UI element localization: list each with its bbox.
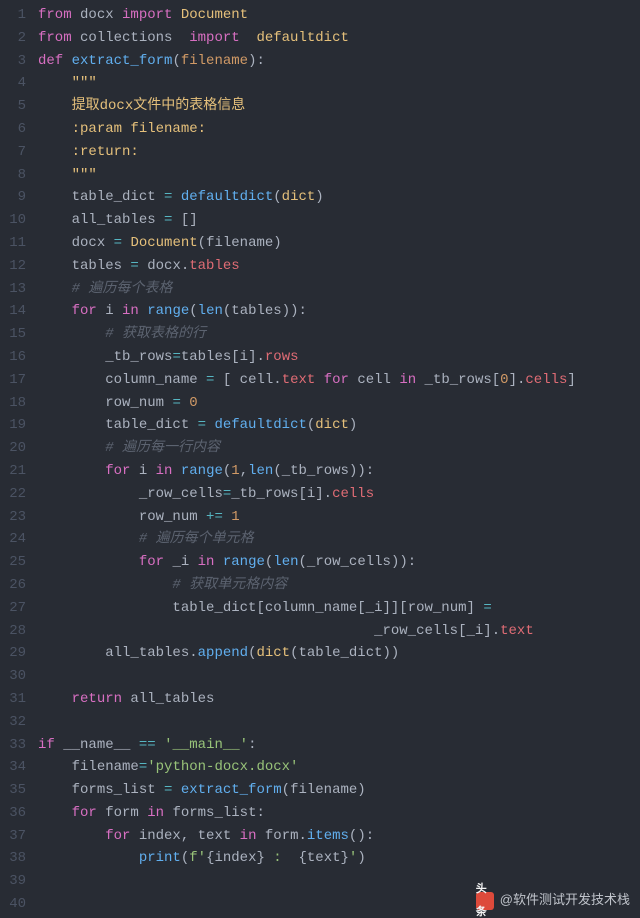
toutiao-logo-icon: 头条 [476, 892, 494, 910]
line-number: 22 [0, 483, 26, 506]
line-number: 34 [0, 756, 26, 779]
code-line: return all_tables [38, 688, 640, 711]
line-number: 26 [0, 574, 26, 597]
line-number: 33 [0, 734, 26, 757]
code-line: _tb_rows=tables[i].rows [38, 346, 640, 369]
line-number: 14 [0, 300, 26, 323]
line-number: 30 [0, 665, 26, 688]
line-number: 36 [0, 802, 26, 825]
line-number: 15 [0, 323, 26, 346]
line-number: 25 [0, 551, 26, 574]
watermark-handle: @软件测试开发技术栈 [500, 889, 630, 912]
line-number: 3 [0, 50, 26, 73]
line-number: 35 [0, 779, 26, 802]
line-number: 37 [0, 825, 26, 848]
line-number: 24 [0, 528, 26, 551]
line-number: 21 [0, 460, 26, 483]
code-line: row_num += 1 [38, 506, 640, 529]
code-area: from docx import Documentfrom collection… [34, 4, 640, 918]
code-line: from docx import Document [38, 4, 640, 27]
line-number: 16 [0, 346, 26, 369]
line-number: 29 [0, 642, 26, 665]
code-line: """ [38, 164, 640, 187]
line-number: 38 [0, 847, 26, 870]
code-line: if __name__ == '__main__': [38, 734, 640, 757]
code-line: def extract_form(filename): [38, 50, 640, 73]
code-line: tables = docx.tables [38, 255, 640, 278]
code-line: row_num = 0 [38, 392, 640, 415]
code-line: # 遍历每个单元格 [38, 528, 640, 551]
code-line: for form in forms_list: [38, 802, 640, 825]
code-line: column_name = [ cell.text for cell in _t… [38, 369, 640, 392]
line-number: 32 [0, 711, 26, 734]
line-number: 17 [0, 369, 26, 392]
line-number-gutter: 1234567891011121314151617181920212223242… [0, 4, 34, 918]
code-line: :return: [38, 141, 640, 164]
code-line: # 遍历每个表格 [38, 278, 640, 301]
code-editor: 1234567891011121314151617181920212223242… [0, 0, 640, 918]
line-number: 5 [0, 95, 26, 118]
code-line: 提取docx文件中的表格信息 [38, 95, 640, 118]
line-number: 7 [0, 141, 26, 164]
line-number: 6 [0, 118, 26, 141]
line-number: 4 [0, 72, 26, 95]
line-number: 20 [0, 437, 26, 460]
code-line: all_tables.append(dict(table_dict)) [38, 642, 640, 665]
code-line: _row_cells=_tb_rows[i].cells [38, 483, 640, 506]
line-number: 2 [0, 27, 26, 50]
code-line: all_tables = [] [38, 209, 640, 232]
code-line: # 获取表格的行 [38, 323, 640, 346]
line-number: 13 [0, 278, 26, 301]
line-number: 9 [0, 186, 26, 209]
code-line: filename='python-docx.docx' [38, 756, 640, 779]
code-line: for i in range(len(tables)): [38, 300, 640, 323]
line-number: 19 [0, 414, 26, 437]
code-line: for _i in range(len(_row_cells)): [38, 551, 640, 574]
line-number: 8 [0, 164, 26, 187]
code-line [38, 711, 640, 734]
line-number: 28 [0, 620, 26, 643]
code-line: from collections import defaultdict [38, 27, 640, 50]
watermark: 头条 @软件测试开发技术栈 [476, 889, 630, 912]
code-line: print(f'{index} : {text}') [38, 847, 640, 870]
line-number: 10 [0, 209, 26, 232]
code-line: # 遍历每一行内容 [38, 437, 640, 460]
line-number: 23 [0, 506, 26, 529]
code-line: table_dict = defaultdict(dict) [38, 414, 640, 437]
code-line: table_dict[column_name[_i]][row_num] = [38, 597, 640, 620]
line-number: 39 [0, 870, 26, 893]
code-line: :param filename: [38, 118, 640, 141]
code-line: table_dict = defaultdict(dict) [38, 186, 640, 209]
code-line: docx = Document(filename) [38, 232, 640, 255]
line-number: 11 [0, 232, 26, 255]
code-line: """ [38, 72, 640, 95]
code-line: # 获取单元格内容 [38, 574, 640, 597]
code-line: forms_list = extract_form(filename) [38, 779, 640, 802]
line-number: 12 [0, 255, 26, 278]
code-line: for index, text in form.items(): [38, 825, 640, 848]
line-number: 40 [0, 893, 26, 916]
code-line [38, 665, 640, 688]
code-line: for i in range(1,len(_tb_rows)): [38, 460, 640, 483]
code-line: _row_cells[_i].text [38, 620, 640, 643]
line-number: 27 [0, 597, 26, 620]
line-number: 18 [0, 392, 26, 415]
line-number: 1 [0, 4, 26, 27]
line-number: 31 [0, 688, 26, 711]
